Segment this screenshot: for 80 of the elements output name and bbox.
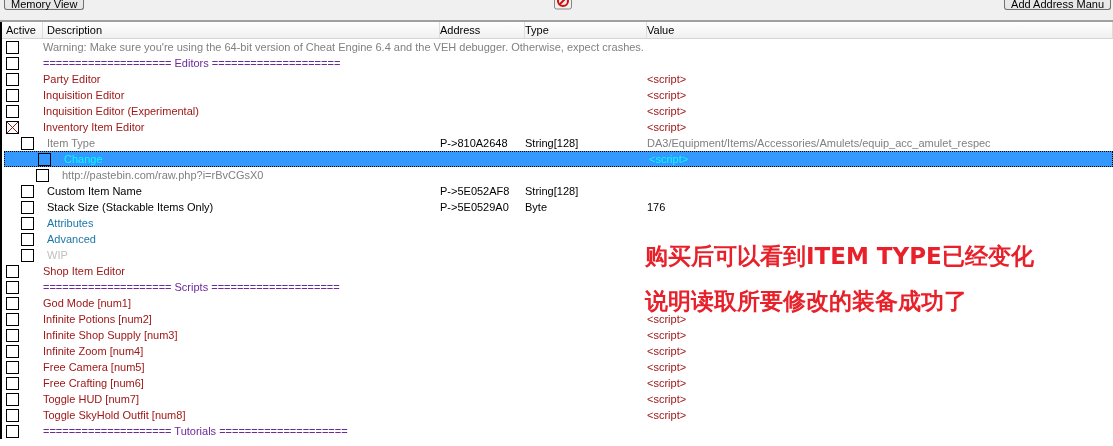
address-text: P->5E052AF8 [440,185,510,197]
checkbox[interactable] [6,280,19,294]
checkbox[interactable] [6,88,19,102]
value-text: <script> [647,361,687,373]
value-text: <script> [647,105,687,117]
checkbox[interactable] [21,136,34,150]
value-text: <script> [647,409,687,421]
description-text: Infinite Potions [num2] [43,313,152,325]
value-text: <script> [647,121,687,133]
description-text: Inquisition Editor (Experimental) [43,105,199,117]
checkbox[interactable] [21,216,34,230]
checkbox[interactable] [6,344,19,358]
description-text: Warning: Make sure you're using the 64-bit version of Cheat Engine 6.4 and the VEH debugger. Otherwise, expect crashes. [43,41,644,53]
checkbox[interactable] [6,56,19,70]
description-text: ==================== Tutorials ==================== [43,425,348,437]
value-text: 176 [647,201,666,213]
checkbox[interactable] [6,424,19,438]
add-address-button[interactable]: Add Address Manu [1004,0,1111,10]
description-text: Inquisition Editor [43,89,125,101]
description-text: Toggle SkyHold Outfit [num8] [43,409,186,421]
checkbox[interactable] [21,184,34,198]
checkbox[interactable] [6,376,19,390]
value-column-header[interactable]: Value [647,22,1113,38]
description-text: http://pastebin.com/raw.php?i=rBvCGsX0 [62,169,264,181]
value-text: DA3/Equipment/Items/Accessories/Amulets/equip_acc_amulet_respec [647,137,991,149]
description-text: Custom Item Name [47,185,142,197]
description-text: Attributes [47,217,94,229]
checkbox[interactable] [6,104,19,118]
description-column-header[interactable]: Description [43,22,440,38]
checkbox[interactable] [21,232,34,246]
checkbox[interactable] [6,120,19,134]
value-text: <script> [647,89,687,101]
value-text: <script> [647,377,687,389]
description-text: Infinite Zoom [num4] [43,345,144,357]
description-text: Free Crafting [num6] [43,377,144,389]
description-text: Free Camera [num5] [43,361,145,373]
description-text: Inventory Item Editor [43,121,145,133]
checkbox[interactable] [6,312,19,326]
value-text: <script> [647,345,687,357]
description-text: Stack Size (Stackable Items Only) [47,201,214,213]
description-text: Toggle HUD [num7] [43,393,139,405]
description-text: Advanced [47,233,96,245]
description-text: Change [64,153,103,165]
type-column-header[interactable]: Type [525,22,647,38]
address-column-header[interactable]: Address [440,22,525,38]
description-text: Item Type [47,137,96,149]
description-text: God Mode [num1] [43,297,132,309]
checkbox[interactable] [6,40,19,54]
description-text: Party Editor [43,73,101,85]
checkbox[interactable] [6,296,19,310]
value-text: <script> [647,393,687,405]
type-text: String[128] [525,137,579,149]
address-text: P->810A2648 [440,137,508,149]
annotation-text: 购买后可以看到ITEM TYPE已经变化 [645,243,1034,270]
checkbox[interactable] [6,392,19,406]
checkbox[interactable] [6,72,19,86]
type-text: String[128] [525,185,579,197]
annotation-text: 说明读取所要修改的装备成功了 [645,288,968,315]
description-text: ==================== Scripts ==================== [43,281,340,293]
value-text: <script> [647,329,687,341]
value-text: <script> [647,73,687,85]
checkbox[interactable] [36,168,49,182]
description-text: WIP [47,249,68,261]
description-text: ==================== Editors ==================== [43,57,341,69]
address-text: P->5E0529A0 [440,201,509,213]
checkbox[interactable] [6,264,19,278]
checkbox[interactable] [21,200,34,214]
checkbox[interactable] [6,328,19,342]
active-column-header[interactable]: Active [2,22,43,38]
stop-icon[interactable] [554,0,573,10]
value-text: <script> [647,313,687,325]
checkbox[interactable] [38,152,51,166]
description-text: Shop Item Editor [43,265,125,277]
type-text: Byte [525,201,547,213]
description-text: Infinite Shop Supply [num3] [43,329,178,341]
memory-view-button[interactable]: Memory View [4,0,85,10]
value-text: <script> [649,153,689,165]
checkbox[interactable] [21,248,34,262]
checkbox[interactable] [6,408,19,422]
checkbox[interactable] [6,360,19,374]
